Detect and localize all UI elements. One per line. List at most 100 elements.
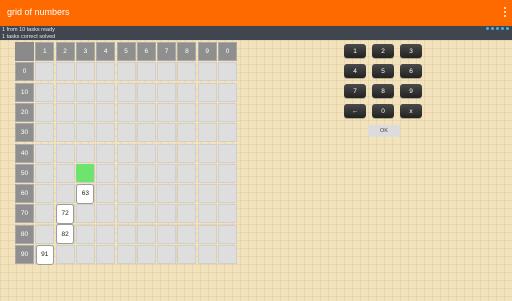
grid-cell[interactable] — [96, 143, 116, 163]
grid-cell[interactable] — [55, 102, 75, 122]
key-0[interactable]: 0 — [372, 104, 394, 118]
grid-cell[interactable] — [75, 62, 95, 82]
grid-cell[interactable] — [55, 82, 75, 102]
grid-cell[interactable] — [116, 62, 136, 82]
grid-cell[interactable] — [35, 204, 55, 224]
grid-cell[interactable] — [136, 245, 156, 264]
clear-key[interactable]: x — [400, 104, 422, 118]
grid-cell[interactable] — [55, 163, 75, 183]
answer-tile[interactable]: 82 — [56, 224, 75, 245]
grid-cell[interactable] — [116, 184, 136, 204]
grid-cell[interactable] — [55, 123, 75, 143]
backspace-key[interactable]: ← — [344, 104, 366, 118]
key-2[interactable]: 2 — [372, 44, 394, 58]
grid-cell[interactable] — [75, 102, 95, 122]
key-7[interactable]: 7 — [344, 84, 366, 98]
grid-cell[interactable] — [197, 82, 217, 102]
grid-cell[interactable] — [157, 245, 177, 264]
grid-cell[interactable] — [218, 184, 237, 204]
grid-cell[interactable] — [177, 184, 197, 204]
grid-cell[interactable] — [96, 184, 116, 204]
grid-cell[interactable] — [177, 204, 197, 224]
grid-cell[interactable] — [218, 62, 237, 82]
key-5[interactable]: 5 — [372, 64, 394, 78]
grid-cell[interactable] — [96, 204, 116, 224]
grid-cell[interactable] — [75, 245, 95, 264]
grid-cell[interactable] — [35, 224, 55, 244]
grid-cell[interactable] — [177, 163, 197, 183]
grid-cell[interactable] — [218, 245, 237, 264]
grid-cell[interactable] — [157, 82, 177, 102]
grid-cell[interactable] — [96, 163, 116, 183]
grid-cell[interactable] — [116, 163, 136, 183]
grid-cell[interactable] — [136, 102, 156, 122]
grid-cell[interactable] — [177, 102, 197, 122]
key-1[interactable]: 1 — [344, 44, 366, 58]
grid-cell[interactable] — [136, 204, 156, 224]
grid-cell[interactable] — [116, 123, 136, 143]
grid-cell[interactable] — [218, 163, 237, 183]
grid-cell[interactable] — [75, 82, 95, 102]
ok-button[interactable]: OK — [368, 125, 400, 137]
grid-cell[interactable] — [136, 184, 156, 204]
grid-cell[interactable] — [35, 143, 55, 163]
grid-cell[interactable] — [75, 143, 95, 163]
overflow-menu-icon[interactable] — [502, 5, 508, 19]
grid-cell[interactable] — [157, 123, 177, 143]
grid-cell[interactable] — [55, 143, 75, 163]
grid-cell[interactable] — [35, 62, 55, 82]
grid-cell[interactable] — [96, 102, 116, 122]
grid-cell[interactable] — [197, 224, 217, 244]
grid-cell[interactable] — [116, 204, 136, 224]
key-8[interactable]: 8 — [372, 84, 394, 98]
grid-cell[interactable] — [96, 82, 116, 102]
grid-cell[interactable] — [197, 102, 217, 122]
grid-cell[interactable] — [116, 82, 136, 102]
grid-cell[interactable] — [157, 62, 177, 82]
grid-cell[interactable] — [157, 102, 177, 122]
grid-cell[interactable] — [35, 123, 55, 143]
grid-cell[interactable] — [157, 184, 177, 204]
grid-cell[interactable] — [96, 123, 116, 143]
grid-cell[interactable] — [35, 184, 55, 204]
grid-cell[interactable] — [55, 245, 75, 264]
selected-cell[interactable] — [76, 164, 95, 183]
grid-cell[interactable] — [218, 82, 237, 102]
grid-cell[interactable] — [75, 224, 95, 244]
grid-cell[interactable] — [177, 245, 197, 264]
grid-cell[interactable] — [35, 163, 55, 183]
answer-tile[interactable]: 72 — [56, 203, 75, 224]
key-4[interactable]: 4 — [344, 64, 366, 78]
grid-cell[interactable] — [96, 245, 116, 264]
grid-cell[interactable] — [116, 102, 136, 122]
grid-cell[interactable] — [136, 224, 156, 244]
grid-cell[interactable] — [197, 163, 217, 183]
grid-cell[interactable] — [197, 123, 217, 143]
grid-cell[interactable] — [55, 62, 75, 82]
grid-cell[interactable] — [218, 123, 237, 143]
grid-cell[interactable] — [35, 102, 55, 122]
grid-cell[interactable] — [197, 143, 217, 163]
grid-cell[interactable] — [197, 204, 217, 224]
grid-cell[interactable] — [136, 123, 156, 143]
grid-cell[interactable] — [96, 224, 116, 244]
grid-cell[interactable] — [218, 224, 237, 244]
grid-cell[interactable] — [197, 62, 217, 82]
grid-cell[interactable] — [136, 143, 156, 163]
answer-tile[interactable]: 91 — [35, 244, 54, 265]
grid-cell[interactable] — [116, 224, 136, 244]
key-6[interactable]: 6 — [400, 64, 422, 78]
grid-cell[interactable] — [116, 245, 136, 264]
grid-cell[interactable] — [136, 62, 156, 82]
grid-cell[interactable] — [197, 245, 217, 264]
answer-tile[interactable]: 63 — [76, 183, 95, 204]
grid-cell[interactable] — [177, 143, 197, 163]
key-9[interactable]: 9 — [400, 84, 422, 98]
grid-cell[interactable] — [96, 62, 116, 82]
grid-cell[interactable] — [218, 143, 237, 163]
grid-cell[interactable] — [157, 163, 177, 183]
grid-cell[interactable] — [218, 102, 237, 122]
grid-cell[interactable] — [35, 82, 55, 102]
grid-cell[interactable] — [136, 163, 156, 183]
grid-cell[interactable] — [177, 224, 197, 244]
